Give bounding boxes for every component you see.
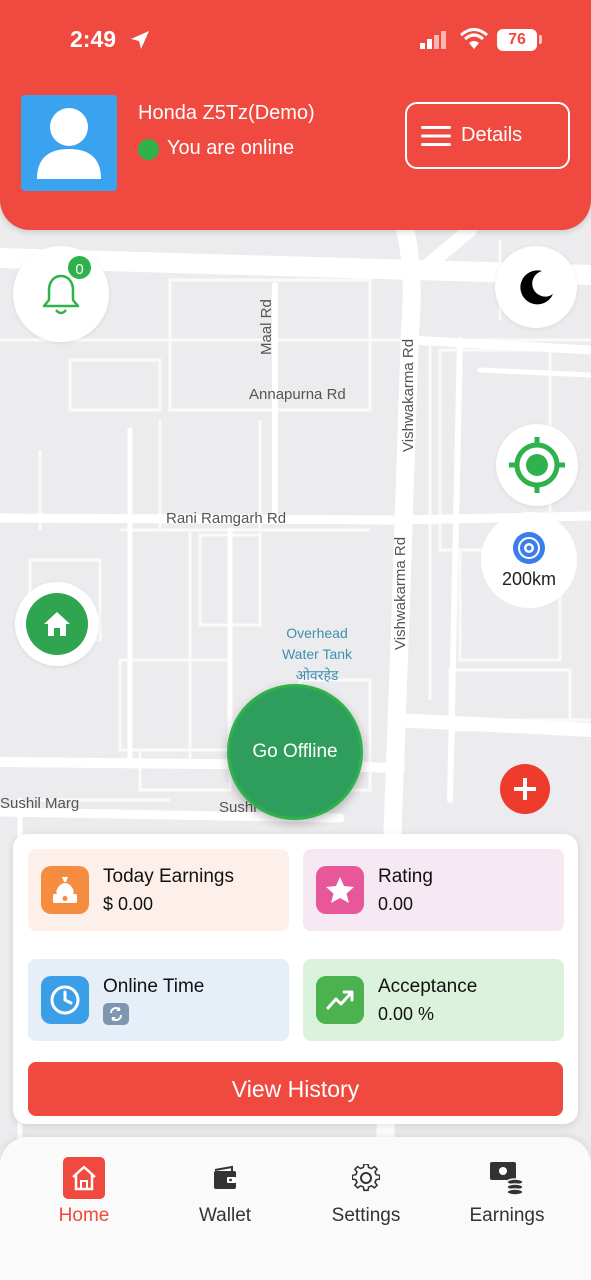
search-radius-label: 200km bbox=[501, 568, 557, 589]
go-offline-button[interactable]: Go Offline bbox=[227, 684, 363, 820]
street-label-rani-ramgarh-rd: Rani Ramgarh Rd bbox=[166, 510, 287, 527]
today-earnings-title: Today Earnings bbox=[103, 865, 234, 887]
driver-name: Honda Z5Tz(Demo) bbox=[138, 102, 315, 124]
clock-icon bbox=[41, 976, 89, 1024]
menu-icon bbox=[421, 125, 451, 146]
today-earnings-tile[interactable]: Today Earnings $ 0.00 bbox=[28, 849, 289, 931]
battery-indicator: 76 bbox=[497, 29, 537, 51]
stats-card: Today Earnings $ 0.00 Rating 0.00 Online… bbox=[13, 834, 578, 1124]
user-avatar-icon bbox=[37, 108, 101, 179]
street-label-vishwakarma-rd-bottom: Vishwakarma Rd bbox=[392, 536, 409, 650]
nav-earnings[interactable]: Earnings bbox=[437, 1137, 577, 1247]
poi-line-1: Overhead bbox=[286, 625, 348, 641]
cellular-signal-icon bbox=[420, 31, 446, 49]
rating-tile[interactable]: Rating 0.00 bbox=[303, 849, 564, 931]
wallet-icon bbox=[214, 1165, 236, 1189]
star-icon bbox=[316, 866, 364, 914]
recenter-button[interactable] bbox=[496, 424, 578, 506]
online-time-tile[interactable]: Online Time bbox=[28, 959, 289, 1041]
notification-count-badge: 0 bbox=[66, 254, 93, 281]
driver-avatar[interactable] bbox=[21, 95, 117, 191]
details-label: Details bbox=[461, 124, 523, 146]
notifications-button[interactable] bbox=[13, 246, 109, 342]
refresh-icon[interactable] bbox=[103, 1002, 129, 1025]
street-label-maal-rd: Maal Rd bbox=[258, 299, 275, 355]
rating-value: 0.00 bbox=[378, 893, 414, 914]
moon-icon bbox=[520, 270, 553, 305]
view-history-button[interactable]: View History bbox=[28, 1062, 563, 1116]
money-bag-icon bbox=[41, 866, 89, 914]
home-location-button[interactable] bbox=[15, 582, 99, 666]
poi-line-2: Water Tank bbox=[281, 646, 353, 662]
nav-settings-label: Settings bbox=[331, 1205, 401, 1226]
street-label-sushil-marg: Sushil Marg bbox=[0, 795, 80, 812]
details-button[interactable]: Details bbox=[405, 102, 570, 169]
online-time-title: Online Time bbox=[103, 975, 205, 997]
nav-wallet[interactable]: Wallet bbox=[155, 1137, 295, 1247]
gear-icon bbox=[352, 1164, 380, 1192]
bottom-navigation: Home Wallet Settings Earnings bbox=[0, 1137, 591, 1280]
nav-earnings-label: Earnings bbox=[469, 1205, 545, 1226]
locate-target-icon bbox=[509, 437, 565, 493]
acceptance-value: 0.00 % bbox=[378, 1003, 435, 1024]
wifi-icon bbox=[460, 28, 488, 49]
nav-home-label: Home bbox=[58, 1205, 110, 1226]
battery-tip bbox=[539, 35, 542, 44]
poi-line-3: ओवरहेड bbox=[295, 667, 339, 683]
plus-icon bbox=[514, 778, 536, 800]
add-button[interactable] bbox=[500, 764, 550, 814]
nav-wallet-label: Wallet bbox=[198, 1205, 252, 1226]
online-status-dot bbox=[138, 139, 159, 160]
app-header: 2:49 76 Honda Z5Tz(Demo) You are online bbox=[0, 0, 591, 230]
street-label-vishwakarma-rd-top: Vishwakarma Rd bbox=[400, 338, 417, 452]
online-status-text: You are online bbox=[167, 137, 295, 159]
status-bar-time: 2:49 bbox=[70, 26, 117, 52]
search-radius-button[interactable]: 200km bbox=[481, 512, 577, 608]
earnings-icon bbox=[490, 1162, 524, 1196]
acceptance-tile[interactable]: Acceptance 0.00 % bbox=[303, 959, 564, 1041]
poi-overhead-water-tank: Overhead Water Tank ओवरहेड bbox=[272, 623, 362, 686]
house-icon bbox=[44, 612, 70, 636]
home-location-circle bbox=[26, 593, 88, 655]
trending-up-icon bbox=[316, 976, 364, 1024]
dark-mode-toggle[interactable] bbox=[495, 246, 577, 328]
nav-home[interactable]: Home bbox=[14, 1137, 154, 1247]
street-label-annapurna-rd: Annapurna Rd bbox=[249, 386, 346, 403]
rating-title: Rating bbox=[378, 865, 433, 887]
acceptance-title: Acceptance bbox=[378, 975, 478, 997]
today-earnings-value: $ 0.00 bbox=[103, 893, 154, 914]
location-arrow-icon bbox=[131, 31, 149, 49]
nav-settings[interactable]: Settings bbox=[296, 1137, 436, 1247]
radius-icon bbox=[513, 531, 545, 564]
driver-home-screen: Maal Rd Annapurna Rd Vishwakarma Rd Rani… bbox=[0, 0, 591, 1280]
home-icon bbox=[63, 1157, 105, 1199]
